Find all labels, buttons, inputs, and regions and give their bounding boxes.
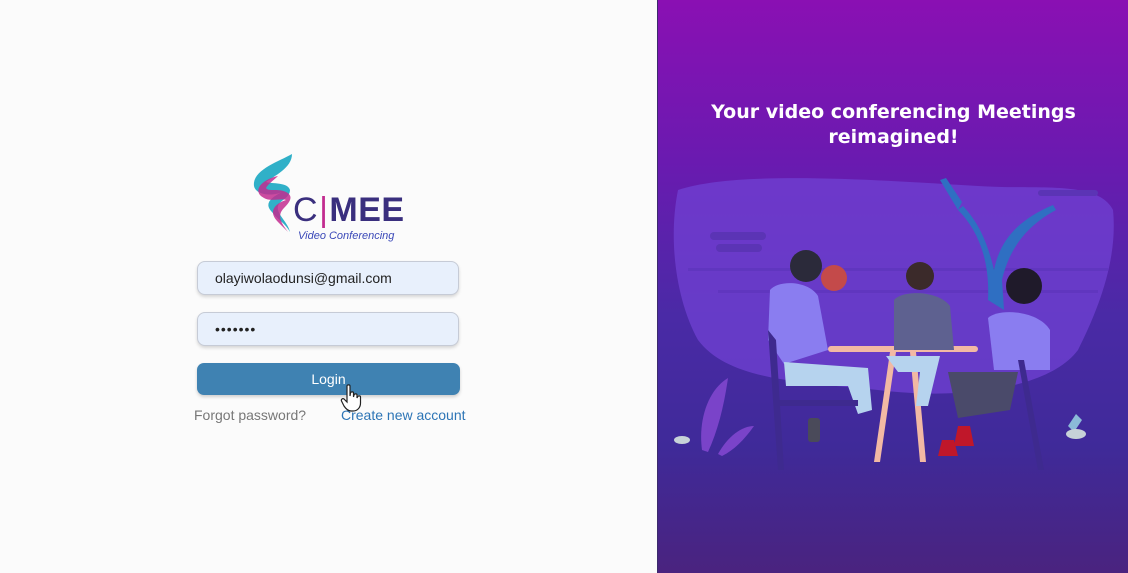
swirl-logo-icon [253, 154, 292, 232]
logo-separator: | [319, 191, 329, 229]
login-button[interactable]: Login [197, 363, 460, 395]
hand-pointer-icon [340, 384, 362, 412]
logo-main: MEE [329, 191, 405, 229]
email-field[interactable] [197, 261, 459, 295]
hero-headline: Your video conferencing Meetings reimagi… [658, 100, 1128, 150]
logo-wordmark: C|MEE [293, 192, 405, 228]
logo-prefix: C [293, 191, 319, 229]
forgot-password-link[interactable]: Forgot password? [194, 407, 306, 423]
hero-headline-line1: Your video conferencing Meetings [711, 101, 1076, 123]
cimee-logo: C|MEE Video Conferencing [248, 152, 408, 247]
login-panel: C|MEE Video Conferencing Login Forgot pa… [0, 0, 657, 573]
logo-tagline: Video Conferencing [298, 230, 395, 242]
hero-panel: Your video conferencing Meetings reimagi… [657, 0, 1128, 573]
password-field[interactable] [197, 312, 459, 346]
hero-headline-line2: reimagined! [828, 126, 959, 148]
meeting-illustration [673, 178, 1114, 470]
